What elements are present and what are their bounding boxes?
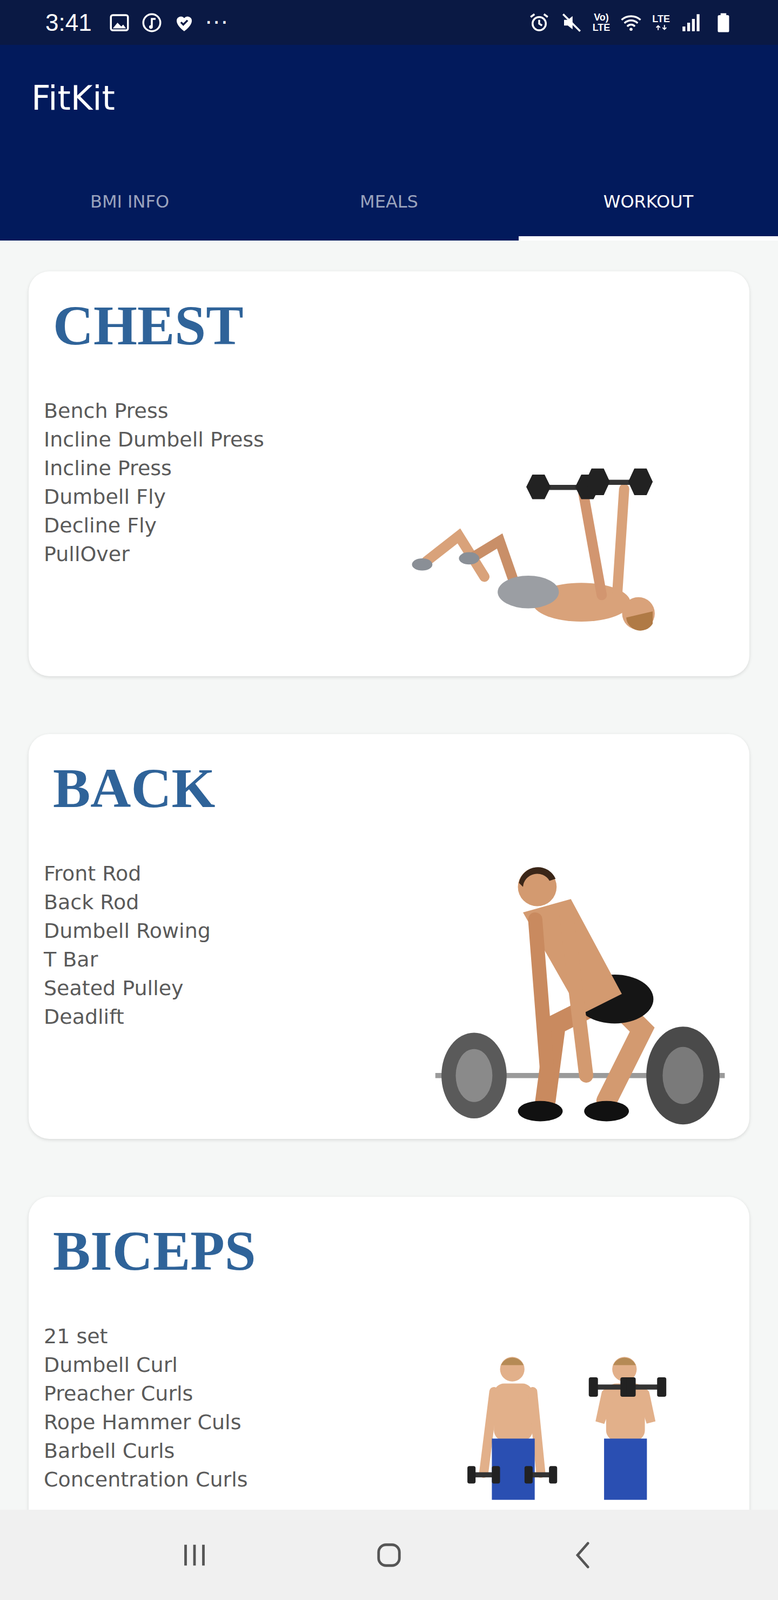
exercise-item[interactable]: Concentration Curls: [43, 1464, 449, 1494]
card-title: BACK: [52, 755, 423, 821]
status-time: 3:41: [45, 9, 92, 37]
exercise-item[interactable]: PullOver: [43, 539, 398, 569]
screen: 3:41 ··· Vo) LTE LTE FitKit BMI INFOMEAL…: [0, 0, 778, 1600]
exercise-item[interactable]: T Bar: [43, 944, 423, 974]
exercise-item[interactable]: Barbell Curls: [43, 1436, 449, 1465]
mute-icon: [560, 11, 583, 35]
exercise-list: 21 setDumbell CurlPreacher CurlsRope Ham…: [43, 1321, 449, 1494]
bicep-curl-figure: [459, 1350, 669, 1509]
exercise-item[interactable]: Dumbell Rowing: [43, 916, 423, 945]
tab[interactable]: MEALS: [259, 162, 519, 241]
wifi-icon: [619, 11, 643, 35]
exercise-item[interactable]: Seated Pulley: [43, 973, 423, 1003]
exercise-list: Front RodBack RodDumbell RowingT BarSeat…: [43, 859, 423, 1031]
exercise-list: Bench PressIncline Dumbell PressIncline …: [43, 396, 398, 569]
more-notifications: ···: [205, 10, 230, 36]
navigation-bar: [0, 1508, 778, 1600]
battery-icon: [712, 11, 735, 35]
bench-press-figure: [407, 464, 663, 633]
workout-list: CHEST Bench PressIncline Dumbell PressIn…: [0, 240, 778, 1509]
data-arrows-icon: [653, 24, 669, 31]
exercise-item[interactable]: Dumbell Curl: [43, 1350, 449, 1379]
exercise-item[interactable]: Front Rod: [43, 859, 423, 888]
exercise-item[interactable]: Decline Fly: [43, 511, 398, 540]
deadlift-figure: [433, 855, 729, 1137]
app-title: FitKit: [0, 44, 778, 163]
exercise-item[interactable]: Deadlift: [43, 1002, 423, 1031]
exercise-item[interactable]: Bench Press: [43, 396, 398, 426]
card-title: CHEST: [52, 292, 398, 358]
exercise-item[interactable]: Incline Dumbell Press: [43, 425, 398, 454]
card-title: BICEPS: [52, 1217, 449, 1283]
exercise-item[interactable]: Preacher Curls: [43, 1378, 449, 1408]
tab[interactable]: BMI INFO: [0, 162, 260, 241]
exercise-item[interactable]: Incline Press: [43, 453, 398, 483]
signal-icon: [679, 11, 703, 35]
exercise-item[interactable]: Dumbell Fly: [43, 482, 398, 512]
music-icon: [140, 11, 164, 35]
status-bar: 3:41 ··· Vo) LTE LTE: [0, 0, 778, 45]
heart-icon: [172, 11, 196, 35]
tab[interactable]: WORKOUT: [518, 162, 778, 241]
recents-icon[interactable]: [176, 1536, 213, 1573]
home-icon[interactable]: [371, 1536, 407, 1573]
network-indicator: LTE: [652, 14, 670, 31]
alarm-icon: [527, 11, 551, 35]
workout-card[interactable]: CHEST Bench PressIncline Dumbell PressIn…: [28, 271, 750, 676]
workout-card[interactable]: BACK Front RodBack RodDumbell RowingT Ba…: [28, 733, 750, 1139]
exercise-item[interactable]: Rope Hammer Culs: [43, 1407, 449, 1437]
workout-card[interactable]: BICEPS 21 setDumbell CurlPreacher CurlsR…: [28, 1196, 750, 1509]
exercise-item[interactable]: 21 set: [43, 1321, 449, 1351]
tab-bar: BMI INFOMEALSWORKOUT: [0, 162, 778, 241]
back-icon[interactable]: [565, 1536, 602, 1573]
gallery-icon: [108, 11, 131, 35]
volte-indicator: Vo) LTE: [592, 12, 611, 33]
app-bar: FitKit BMI INFOMEALSWORKOUT: [0, 44, 778, 241]
exercise-item[interactable]: Back Rod: [43, 887, 423, 917]
